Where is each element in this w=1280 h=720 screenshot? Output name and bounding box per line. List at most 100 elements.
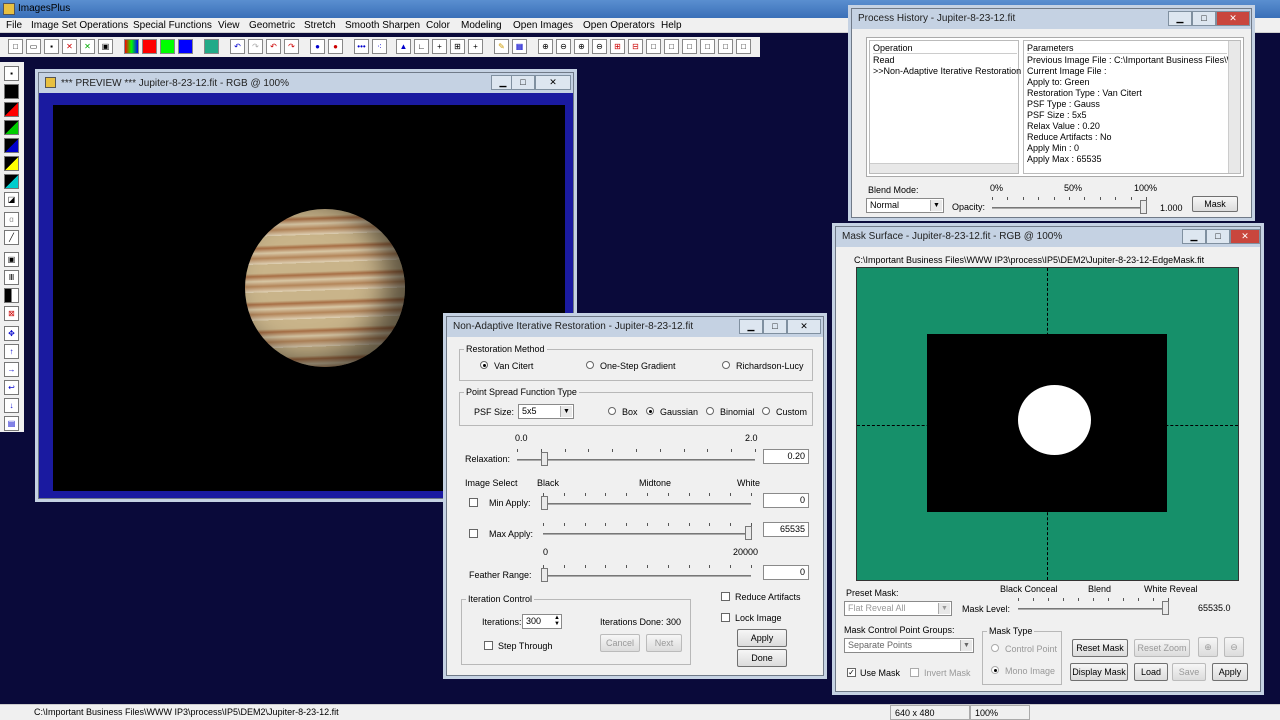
spinner-icon[interactable]: ▲ ▼ (554, 615, 560, 627)
mask-level-track[interactable] (1018, 608, 1168, 610)
lasso-tool-icon[interactable]: ɑ (4, 212, 19, 227)
reset-zoom-button[interactable]: Reset Zoom (1134, 639, 1190, 657)
red-channel-icon[interactable] (142, 39, 157, 54)
mask-level-thumb[interactable] (1162, 601, 1169, 615)
right-arrow-icon[interactable]: → (4, 362, 19, 377)
menu-file[interactable]: File (6, 20, 22, 31)
preset-mask-select[interactable]: Flat Reveal All ▼ (844, 601, 952, 616)
feather-range-thumb[interactable] (541, 568, 548, 582)
cyan-tool-icon[interactable] (4, 174, 19, 189)
yellow-tool-icon[interactable] (4, 156, 19, 171)
control-point-groups-select[interactable]: Separate Points ▼ (844, 638, 974, 653)
menu-view[interactable]: View (218, 20, 240, 31)
zoom-in-icon[interactable]: ⊕ (538, 39, 553, 54)
mask-canvas[interactable] (856, 267, 1239, 581)
max-apply-track[interactable] (543, 533, 751, 535)
min-apply-thumb[interactable] (541, 496, 548, 510)
mask-apply-button[interactable]: Apply (1212, 663, 1248, 681)
blend-mode-select[interactable]: Normal ▼ (866, 198, 944, 213)
menu-modeling[interactable]: Modeling (461, 20, 502, 31)
window-2-icon[interactable]: □ (664, 39, 679, 54)
restoration-close-button[interactable]: ✕ (787, 319, 821, 334)
remove-icon[interactable]: ⊟ (628, 39, 643, 54)
binomial-radio[interactable] (706, 407, 714, 415)
gaussian-radio[interactable] (646, 407, 654, 415)
triangle-icon[interactable]: ▲ (396, 39, 411, 54)
rgb-icon[interactable] (124, 39, 139, 54)
min-apply-checkbox[interactable] (469, 498, 478, 507)
scatter-icon[interactable]: ⁖ (372, 39, 387, 54)
copy-icon[interactable]: ▣ (98, 39, 113, 54)
menu-geometric[interactable]: Geometric (249, 20, 295, 31)
max-apply-thumb[interactable] (745, 526, 752, 540)
menu-open-images[interactable]: Open Images (513, 20, 573, 31)
open-icon[interactable]: ▭ (26, 39, 41, 54)
window-6-icon[interactable]: □ (736, 39, 751, 54)
window-5-icon[interactable]: □ (718, 39, 733, 54)
done-button[interactable]: Done (737, 649, 787, 667)
invert-mask-checkbox[interactable] (910, 668, 919, 677)
green-tool-icon[interactable] (4, 120, 19, 135)
mono-image-radio[interactable] (991, 666, 999, 674)
apply-button[interactable]: Apply (737, 629, 787, 647)
undo-icon[interactable]: ↶ (230, 39, 245, 54)
display-mask-button[interactable]: Display Mask (1070, 663, 1128, 681)
min-apply-track[interactable] (543, 503, 751, 505)
operation-item[interactable]: >>Non-Adaptive Iterative Restoration (873, 66, 1021, 76)
operation-item[interactable]: Read (873, 55, 895, 65)
van-citert-radio[interactable] (480, 361, 488, 369)
corner-tool-icon[interactable]: ◪ (4, 192, 19, 207)
up-arrow-icon[interactable]: ↑ (4, 344, 19, 359)
max-apply-value-field[interactable]: 65535 (763, 522, 809, 537)
use-mask-checkbox[interactable]: ✓ (847, 668, 856, 677)
iterations-field[interactable]: 300 ▲ ▼ (522, 614, 562, 629)
mask-maximize-button[interactable]: □ (1206, 229, 1230, 244)
history-close-button[interactable]: ✕ (1216, 11, 1250, 26)
menu-help[interactable]: Help (661, 20, 682, 31)
history-minimize-button[interactable]: ▁ (1168, 11, 1192, 26)
richardson-lucy-radio[interactable] (722, 361, 730, 369)
zoom-out-icon[interactable]: ⊖ (556, 39, 571, 54)
crosshair-icon[interactable]: + (432, 39, 447, 54)
rect-tool-icon[interactable]: ▣ (4, 252, 19, 267)
zoom-reset-icon[interactable]: ⊖ (592, 39, 607, 54)
next-button[interactable]: Next (646, 634, 682, 652)
menu-stretch[interactable]: Stretch (304, 20, 336, 31)
close-icon[interactable]: ✕ (62, 39, 77, 54)
feather-range-track[interactable] (543, 575, 751, 577)
menu-color[interactable]: Color (426, 20, 450, 31)
down-arrow-icon[interactable]: ↓ (4, 398, 19, 413)
mask-button[interactable]: Mask (1192, 196, 1238, 212)
page-tool-icon[interactable]: ▤ (4, 416, 19, 431)
undo-all-icon[interactable]: ↶ (266, 39, 281, 54)
menu-special-functions[interactable]: Special Functions (133, 20, 212, 31)
custom-radio[interactable] (762, 407, 770, 415)
zoom-fit-icon[interactable]: ⊕ (574, 39, 589, 54)
select-box-icon[interactable]: ⊞ (450, 39, 465, 54)
green-channel-icon[interactable] (160, 39, 175, 54)
min-apply-value-field[interactable]: 0 (763, 493, 809, 508)
close-all-icon[interactable]: ✕ (80, 39, 95, 54)
history-maximize-button[interactable]: □ (1192, 11, 1216, 26)
relaxation-thumb[interactable] (541, 452, 548, 466)
move-tool-icon[interactable]: ✥ (4, 326, 19, 341)
reset-mask-button[interactable]: Reset Mask (1072, 639, 1128, 657)
add-icon[interactable]: ⊞ (610, 39, 625, 54)
lock-image-checkbox[interactable] (721, 613, 730, 622)
save-tool-icon[interactable]: ▪ (4, 66, 19, 81)
cancel-button[interactable]: Cancel (600, 634, 640, 652)
red-tool-icon[interactable] (4, 102, 19, 117)
zoom-in-icon[interactable]: ⊕ (1198, 637, 1218, 657)
mask-close-button[interactable]: ✕ (1230, 229, 1260, 244)
relaxation-value-field[interactable]: 0.20 (763, 449, 809, 464)
zoom-out-icon[interactable]: ⊖ (1224, 637, 1244, 657)
point-red-icon[interactable]: ● (328, 39, 343, 54)
blue-tool-icon[interactable] (4, 138, 19, 153)
parameter-scrollbar[interactable] (1228, 41, 1240, 173)
step-through-checkbox[interactable] (484, 641, 493, 650)
reduce-artifacts-checkbox[interactable] (721, 592, 730, 601)
relaxation-track[interactable] (517, 459, 755, 461)
dots-icon[interactable]: ••• (354, 39, 369, 54)
restoration-minimize-button[interactable]: ▁ (739, 319, 763, 334)
menu-image-set-operations[interactable]: Image Set Operations (31, 20, 128, 31)
